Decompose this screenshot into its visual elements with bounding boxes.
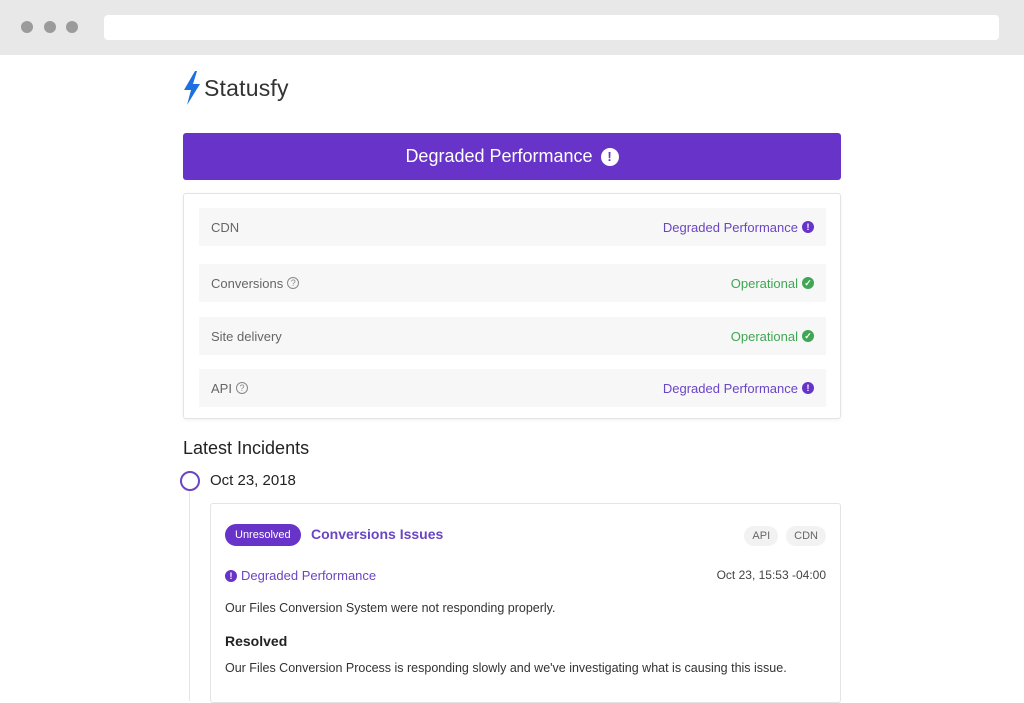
component-status: Operational ✓: [731, 276, 814, 291]
incident-description: Our Files Conversion System were not res…: [225, 601, 556, 615]
overall-status-banner: Degraded Performance !: [183, 133, 841, 180]
incident-card[interactable]: Unresolved Conversions Issues API CDN ! …: [210, 503, 841, 703]
logo-text: Statusfy: [204, 74, 289, 101]
exclamation-circle-icon: !: [802, 382, 814, 394]
component-name: API: [211, 380, 232, 396]
incident-tags: API CDN: [744, 526, 826, 546]
incident-update-description: Our Files Conversion Process is respondi…: [225, 661, 787, 675]
exclamation-circle-icon: !: [802, 221, 814, 233]
check-circle-icon: ✓: [802, 277, 814, 289]
timeline-line: [189, 491, 190, 701]
incident-severity: ! Degraded Performance: [225, 568, 376, 583]
overall-status-label: Degraded Performance: [405, 146, 593, 166]
component-row-site-delivery: Site delivery Operational ✓: [199, 317, 826, 355]
window-maximize-dot[interactable]: [66, 21, 78, 33]
component-status-label: Operational: [730, 328, 798, 344]
components-panel: CDN Degraded Performance ! Conversions? …: [183, 193, 841, 419]
component-status-label: Operational: [730, 275, 798, 291]
component-name: CDN: [211, 219, 240, 235]
component-status: Operational ✓: [731, 329, 814, 344]
component-status: Degraded Performance !: [663, 381, 814, 396]
component-row-conversions: Conversions? Operational ✓: [199, 264, 826, 302]
timeline-marker-icon: [180, 471, 200, 491]
logo[interactable]: Statusfy: [182, 71, 289, 105]
component-row-cdn: CDN Degraded Performance !: [199, 208, 826, 246]
component-status-label: Degraded Performance: [662, 380, 798, 396]
incident-tag: CDN: [786, 526, 826, 546]
window-close-dot[interactable]: [21, 21, 33, 33]
window-minimize-dot[interactable]: [44, 21, 56, 33]
incident-timestamp: Oct 23, 15:53 -04:00: [716, 568, 826, 582]
status-page: Statusfy Degraded Performance ! CDN Degr…: [0, 55, 1024, 703]
component-status-label: Degraded Performance: [662, 219, 798, 235]
exclamation-circle-icon: !: [600, 147, 619, 166]
help-icon[interactable]: ?: [235, 382, 248, 394]
check-circle-icon: ✓: [802, 330, 814, 342]
incident-status-badge: Unresolved: [225, 524, 301, 546]
incident-date: Oct 23, 2018: [210, 472, 296, 489]
component-name: Conversions: [211, 275, 284, 291]
lightning-bolt-icon: [184, 71, 200, 105]
address-bar[interactable]: [104, 15, 999, 40]
exclamation-circle-icon: !: [225, 569, 237, 582]
component-row-api: API? Degraded Performance !: [199, 369, 826, 407]
browser-chrome: [0, 0, 1024, 55]
incident-title-link[interactable]: Conversions Issues: [311, 526, 443, 542]
component-name: Site delivery: [211, 328, 282, 344]
help-icon[interactable]: ?: [287, 277, 300, 289]
latest-incidents-heading: Latest Incidents: [183, 438, 310, 458]
incident-update-title: Resolved: [225, 633, 288, 649]
incident-severity-label: Degraded Performance: [241, 568, 377, 583]
component-status: Degraded Performance !: [663, 220, 814, 235]
incident-tag: API: [744, 526, 779, 546]
